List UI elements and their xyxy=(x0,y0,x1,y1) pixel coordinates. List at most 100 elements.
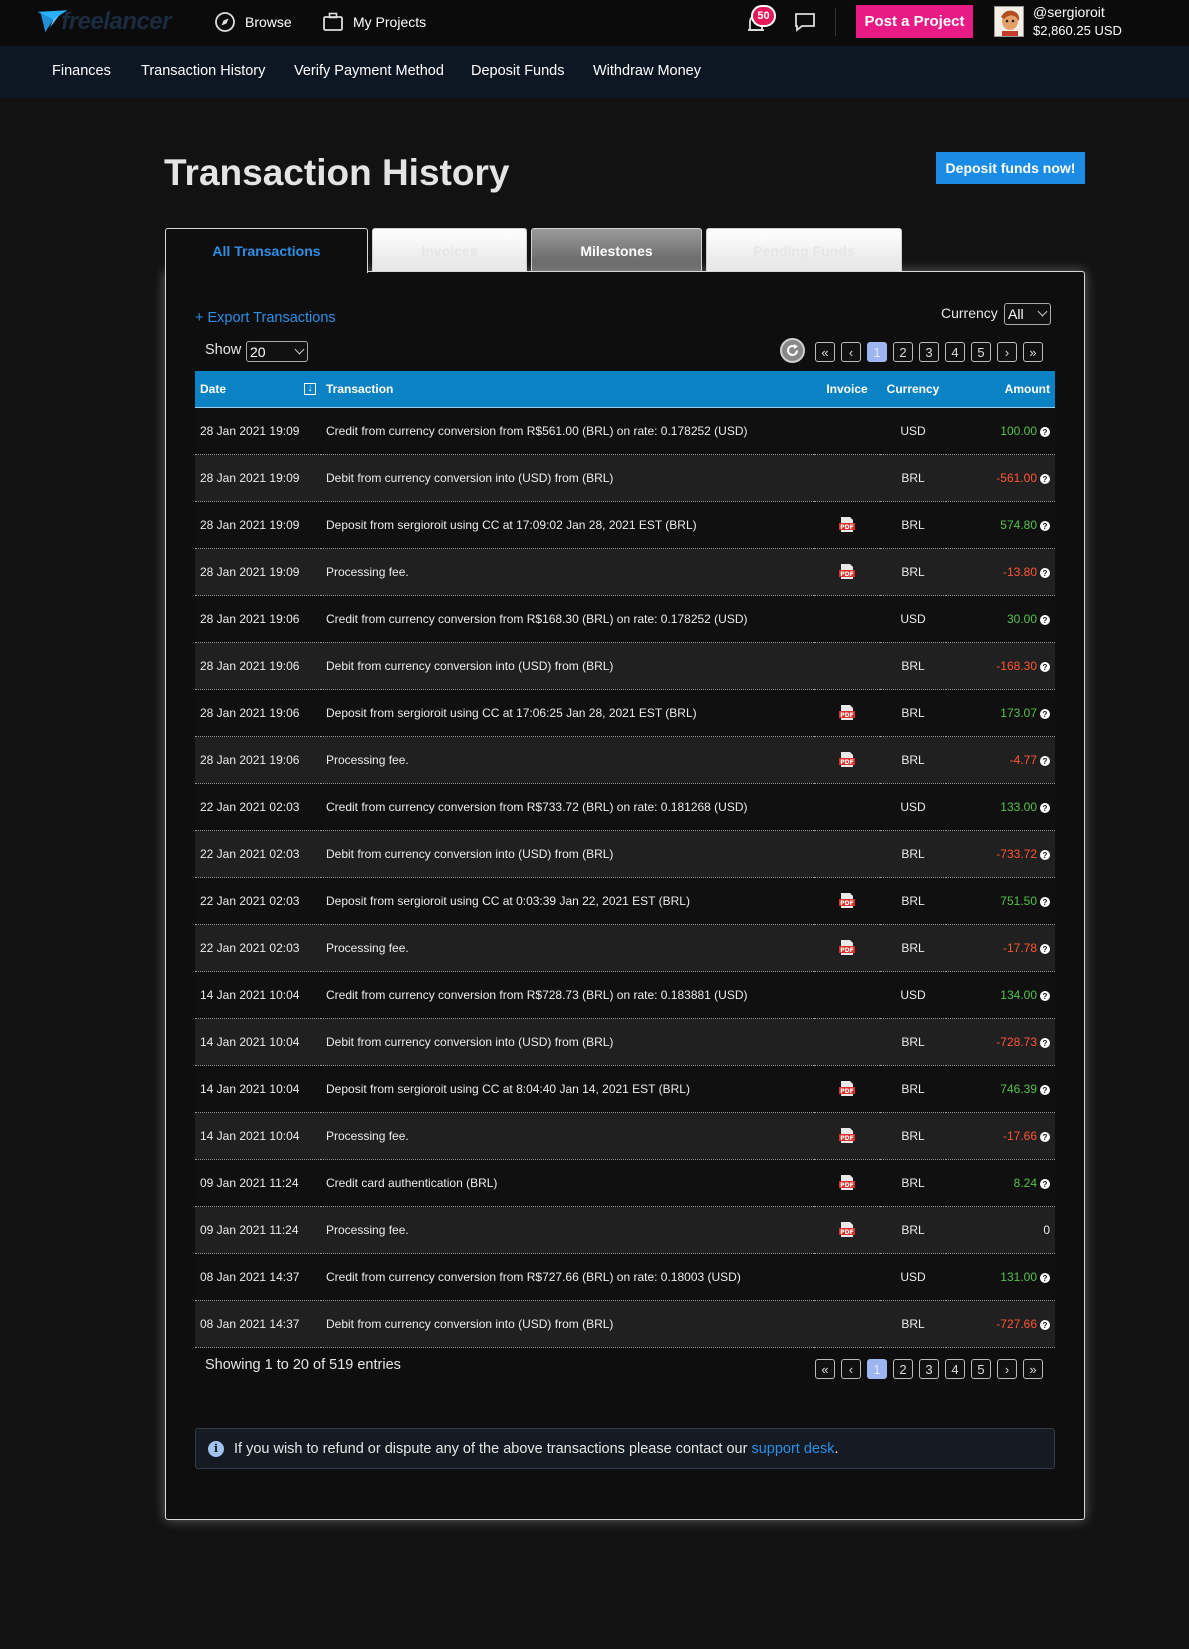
pdf-invoice-icon[interactable]: PDF xyxy=(839,752,855,768)
help-question-icon[interactable]: ? xyxy=(1040,474,1050,484)
browse-label: Browse xyxy=(245,14,292,30)
transaction-currency: USD xyxy=(880,1253,946,1301)
pagination-page-4[interactable]: 4 xyxy=(945,342,965,362)
table-row: 08 Jan 2021 14:37 Credit from currency co… xyxy=(195,1253,1055,1301)
subnav-transaction-history[interactable]: Transaction History xyxy=(141,63,265,79)
chevron-down-icon xyxy=(1037,306,1048,317)
pagination-page-1[interactable]: 1 xyxy=(867,342,887,362)
help-question-icon[interactable]: ? xyxy=(1040,1085,1050,1095)
pdf-invoice-icon[interactable]: PDF xyxy=(839,940,855,956)
user-avatar[interactable] xyxy=(994,6,1024,37)
subnav-deposit-funds[interactable]: Deposit Funds xyxy=(471,63,565,79)
pagination-next[interactable]: › xyxy=(997,1359,1017,1379)
pdf-invoice-icon[interactable]: PDF xyxy=(839,1081,855,1097)
help-question-icon[interactable]: ? xyxy=(1040,1273,1050,1283)
amount-cell: -733.72? xyxy=(946,830,1055,878)
sort-descending-icon[interactable]: ↓ xyxy=(304,382,316,395)
subnav-withdraw-money[interactable]: Withdraw Money xyxy=(593,63,701,79)
help-question-icon[interactable]: ? xyxy=(1040,615,1050,625)
pdf-invoice-icon[interactable]: PDF xyxy=(839,564,855,580)
browse-link[interactable]: Browse xyxy=(214,10,292,34)
pagination-page-3[interactable]: 3 xyxy=(919,1359,939,1379)
help-question-icon[interactable]: ? xyxy=(1040,521,1050,531)
pagination-page-2[interactable]: 2 xyxy=(893,1359,913,1379)
help-question-icon[interactable]: ? xyxy=(1040,1038,1050,1048)
help-question-icon[interactable]: ? xyxy=(1040,944,1050,954)
transaction-currency: BRL xyxy=(880,877,946,925)
help-question-icon[interactable]: ? xyxy=(1040,1132,1050,1142)
invoice-cell xyxy=(814,1018,880,1066)
transaction-currency: USD xyxy=(880,971,946,1019)
table-row: 09 Jan 2021 11:24 Processing fee. PDF BRL 0 xyxy=(195,1206,1055,1254)
help-question-icon[interactable]: ? xyxy=(1040,991,1050,1001)
transaction-currency: BRL xyxy=(880,1018,946,1066)
help-question-icon[interactable]: ? xyxy=(1040,662,1050,672)
deposit-funds-now-button[interactable]: Deposit funds now! xyxy=(936,152,1085,184)
transaction-date: 08 Jan 2021 14:37 xyxy=(195,1253,321,1301)
pagination-prev[interactable]: ‹ xyxy=(841,342,861,362)
transaction-date: 22 Jan 2021 02:03 xyxy=(195,783,321,831)
help-question-icon[interactable]: ? xyxy=(1040,709,1050,719)
pdf-invoice-icon[interactable]: PDF xyxy=(839,1128,855,1144)
pdf-invoice-icon[interactable]: PDF xyxy=(839,893,855,909)
pagination-prev[interactable]: ‹ xyxy=(841,1359,861,1379)
transaction-currency: USD xyxy=(880,407,946,455)
help-question-icon[interactable]: ? xyxy=(1040,850,1050,860)
tab-all-transactions[interactable]: All Transactions xyxy=(165,228,368,273)
finance-subnav: Finances Transaction History Verify Paym… xyxy=(0,46,1189,98)
subnav-verify-payment-method[interactable]: Verify Payment Method xyxy=(294,63,444,79)
help-question-icon[interactable]: ? xyxy=(1040,897,1050,907)
help-question-icon[interactable]: ? xyxy=(1040,803,1050,813)
support-desk-link[interactable]: support desk xyxy=(751,1441,834,1457)
column-header-date-label: Date xyxy=(200,381,227,396)
help-question-icon[interactable]: ? xyxy=(1040,756,1050,766)
tab-invoices[interactable]: Invoices xyxy=(372,228,527,272)
messages-chat-icon[interactable] xyxy=(793,11,817,33)
pagination-page-1[interactable]: 1 xyxy=(867,1359,887,1379)
pagination-page-2[interactable]: 2 xyxy=(893,342,913,362)
username[interactable]: @sergioroit xyxy=(1033,4,1105,20)
freelancer-logo[interactable]: freelancer xyxy=(36,4,171,40)
help-question-icon[interactable]: ? xyxy=(1040,1320,1050,1330)
page-size-select[interactable]: 20 xyxy=(246,341,308,362)
tab-pending-funds[interactable]: Pending Funds xyxy=(706,228,902,272)
help-question-icon[interactable]: ? xyxy=(1040,1179,1050,1189)
help-question-icon[interactable]: ? xyxy=(1040,568,1050,578)
transaction-description: Credit from currency conversion from R$7… xyxy=(321,783,814,831)
pagination-page-3[interactable]: 3 xyxy=(919,342,939,362)
pagination-page-4[interactable]: 4 xyxy=(945,1359,965,1379)
pdf-invoice-icon[interactable]: PDF xyxy=(839,705,855,721)
tab-milestones[interactable]: Milestones xyxy=(531,228,702,272)
pagination-next[interactable]: › xyxy=(997,342,1017,362)
pdf-invoice-icon[interactable]: PDF xyxy=(839,1222,855,1238)
currency-select[interactable]: All xyxy=(1004,303,1051,325)
subnav-finances[interactable]: Finances xyxy=(52,63,111,79)
column-header-date[interactable]: Date ↓ xyxy=(195,371,321,408)
my-projects-label: My Projects xyxy=(353,14,427,30)
amount-cell: 751.50? xyxy=(946,877,1055,925)
export-transactions-link[interactable]: + Export Transactions xyxy=(195,310,336,326)
my-projects-link[interactable]: My Projects xyxy=(322,10,426,34)
invoice-cell: PDF xyxy=(814,548,880,596)
pdf-invoice-icon[interactable]: PDF xyxy=(839,1175,855,1191)
pagination-first[interactable]: « xyxy=(815,1359,835,1379)
pagination-page-5[interactable]: 5 xyxy=(971,1359,991,1379)
transaction-amount: 0 xyxy=(1043,1222,1050,1237)
pagination-last[interactable]: » xyxy=(1023,1359,1043,1379)
invoice-cell xyxy=(814,642,880,690)
transaction-currency: BRL xyxy=(880,736,946,784)
transaction-amount: 100.00 xyxy=(1000,423,1037,438)
amount-cell: -13.80? xyxy=(946,548,1055,596)
pagination-first[interactable]: « xyxy=(815,342,835,362)
compass-icon xyxy=(214,11,236,33)
svg-text:PDF: PDF xyxy=(840,1135,853,1142)
svg-text:PDF: PDF xyxy=(840,571,853,578)
refresh-icon[interactable] xyxy=(780,338,805,363)
briefcase-icon xyxy=(322,11,344,33)
svg-text:PDF: PDF xyxy=(840,1229,853,1236)
pdf-invoice-icon[interactable]: PDF xyxy=(839,517,855,533)
help-question-icon[interactable]: ? xyxy=(1040,427,1050,437)
pagination-last[interactable]: » xyxy=(1023,342,1043,362)
post-project-button[interactable]: Post a Project xyxy=(856,5,973,38)
pagination-page-5[interactable]: 5 xyxy=(971,342,991,362)
